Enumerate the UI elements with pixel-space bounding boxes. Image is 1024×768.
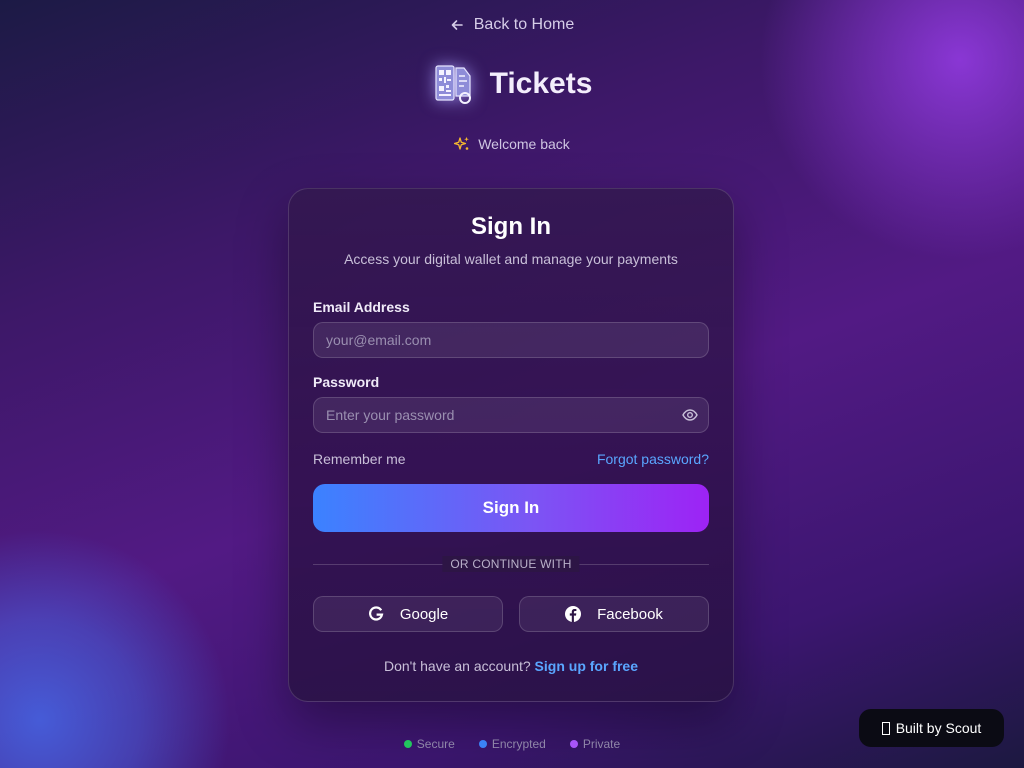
email-label: Email Address [313, 299, 410, 315]
facebook-login-button[interactable]: Facebook [519, 596, 709, 632]
badge-encrypted-dot [478, 740, 487, 748]
social-divider: OR CONTINUE WITH [313, 556, 709, 572]
password-field[interactable] [314, 398, 708, 432]
badge-private-label: Private [582, 737, 621, 751]
email-field-wrapper [313, 322, 709, 358]
google-icon [368, 606, 384, 622]
back-to-home-link[interactable]: Back to Home [0, 16, 1024, 34]
card-title: Sign In [471, 213, 551, 240]
social-login-row: Google Facebook [313, 596, 709, 632]
google-label: Google [399, 605, 449, 623]
email-field[interactable] [314, 323, 708, 357]
google-login-button[interactable]: Google [313, 596, 503, 632]
forgot-password-link[interactable]: Forgot password? [597, 451, 709, 467]
brand-name: Tickets [489, 67, 593, 100]
ticket-qr-icon [432, 62, 476, 106]
sparkles-icon [454, 136, 470, 152]
built-by-scout-badge[interactable]: Built by Scout [859, 709, 1004, 747]
eye-icon[interactable] [682, 407, 698, 423]
welcome-message: Welcome back [0, 136, 1024, 152]
scout-glyph-icon [881, 721, 890, 735]
sign-in-button[interactable]: Sign In [313, 484, 709, 532]
brand: Tickets [0, 62, 1024, 106]
back-to-home-label: Back to Home [473, 16, 575, 33]
badge-secure-dot [403, 740, 412, 748]
built-by-label: Built by Scout [895, 720, 982, 736]
signup-link[interactable]: Sign up for free [535, 658, 638, 674]
sign-in-card: Sign In Access your digital wallet and m… [288, 188, 734, 702]
card-subtitle: Access your digital wallet and manage yo… [344, 251, 678, 267]
badge-secure-label: Secure [416, 737, 455, 751]
badge-secure: Secure [403, 737, 455, 751]
password-field-wrapper [313, 397, 709, 433]
arrow-left-icon [450, 18, 464, 32]
facebook-icon [565, 606, 582, 622]
signup-prompt: Don't have an account? [383, 658, 531, 674]
badge-private-dot [569, 740, 578, 748]
form-options-row: Remember me Forgot password? [313, 451, 709, 467]
badge-encrypted: Encrypted [478, 737, 546, 751]
password-label: Password [313, 374, 380, 390]
signup-row: Don't have an account? Sign up for free [313, 658, 709, 674]
badge-private: Private [569, 737, 621, 751]
remember-me-toggle[interactable]: Remember me [313, 451, 406, 467]
badge-encrypted-label: Encrypted [491, 737, 546, 751]
divider-text: OR CONTINUE WITH [442, 556, 580, 572]
welcome-text: Welcome back [478, 136, 570, 152]
facebook-label: Facebook [597, 605, 663, 623]
